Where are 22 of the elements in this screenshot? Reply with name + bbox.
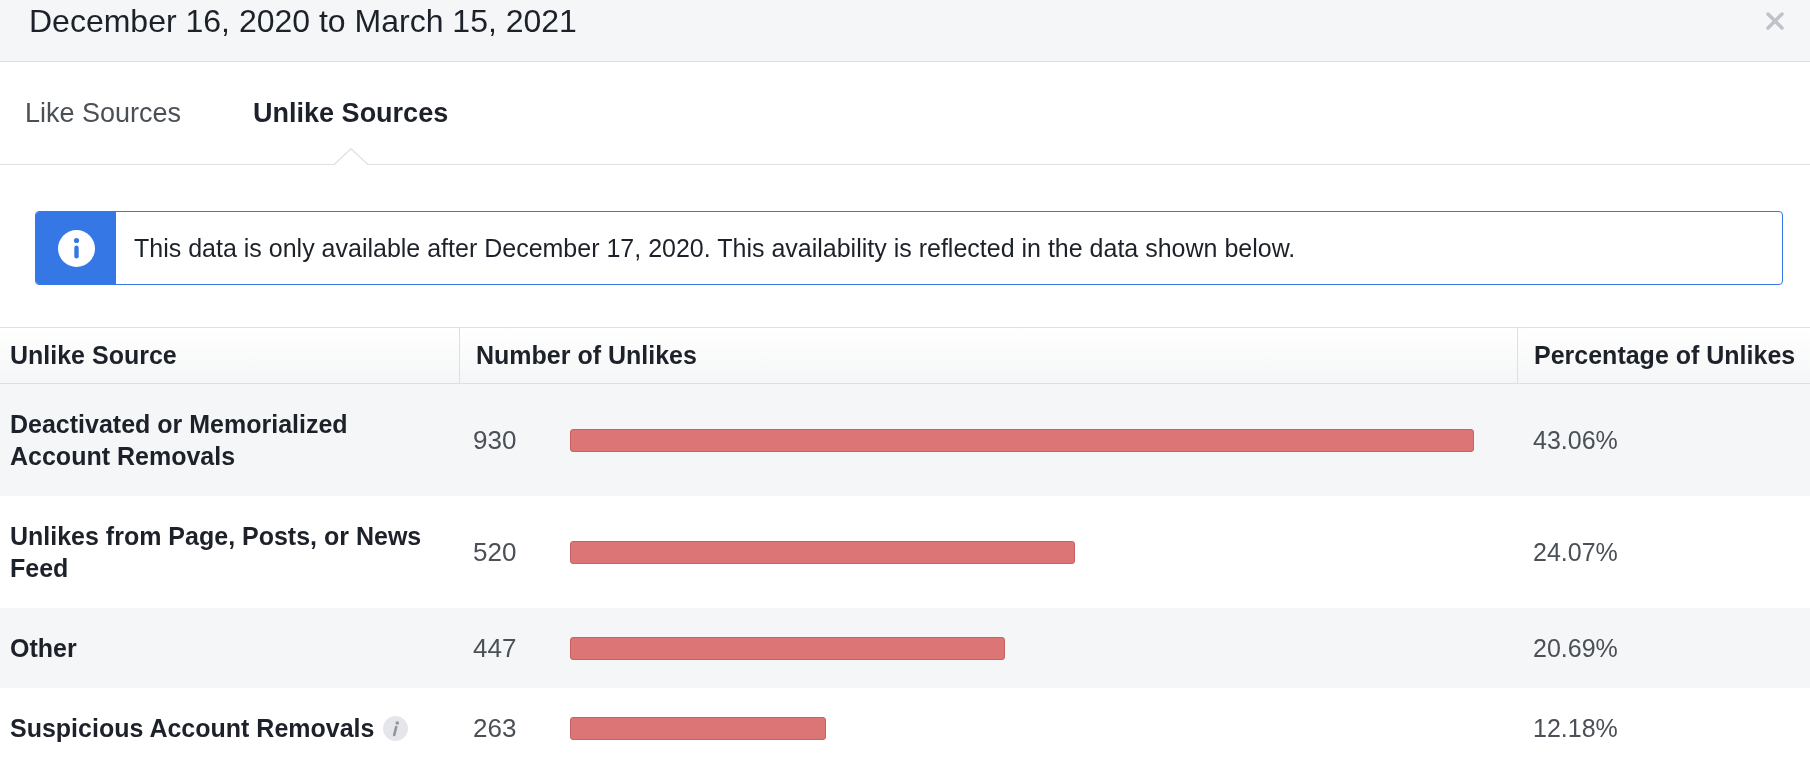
percentage-value: 12.18% [1533, 713, 1618, 743]
close-icon [1766, 12, 1784, 30]
date-range-title: December 16, 2020 to March 15, 2021 [29, 2, 577, 40]
count-value: 930 [473, 424, 518, 456]
percentage-value: 43.06% [1533, 425, 1618, 455]
count-value: 447 [473, 632, 518, 664]
column-header: Percentage of Unlikes [1517, 328, 1810, 383]
count-value: 263 [473, 712, 518, 744]
column-header: Unlike Source [9, 340, 178, 371]
tab[interactable]: Like Sources [25, 62, 182, 164]
count-value: 520 [473, 536, 518, 568]
source-name: Other [10, 633, 77, 664]
column-header: Number of Unlikes [459, 328, 1517, 383]
source-name: Deactivated or Memorialized Account Removals [10, 409, 349, 472]
info-message: This data is only available after December 17, 2020. This availability is reflected in the data shown below. [133, 233, 1296, 264]
percentage-value: 20.69% [1533, 633, 1618, 663]
percentage-value: 24.07% [1533, 537, 1618, 567]
info-icon[interactable] [383, 715, 409, 741]
source-name: Suspicious Account Removals [10, 713, 375, 744]
close-button[interactable] [1766, 12, 1784, 30]
source-name: Unlikes from Page, Posts, or News Feed [10, 521, 423, 584]
tab[interactable]: Unlike Sources [253, 62, 449, 164]
